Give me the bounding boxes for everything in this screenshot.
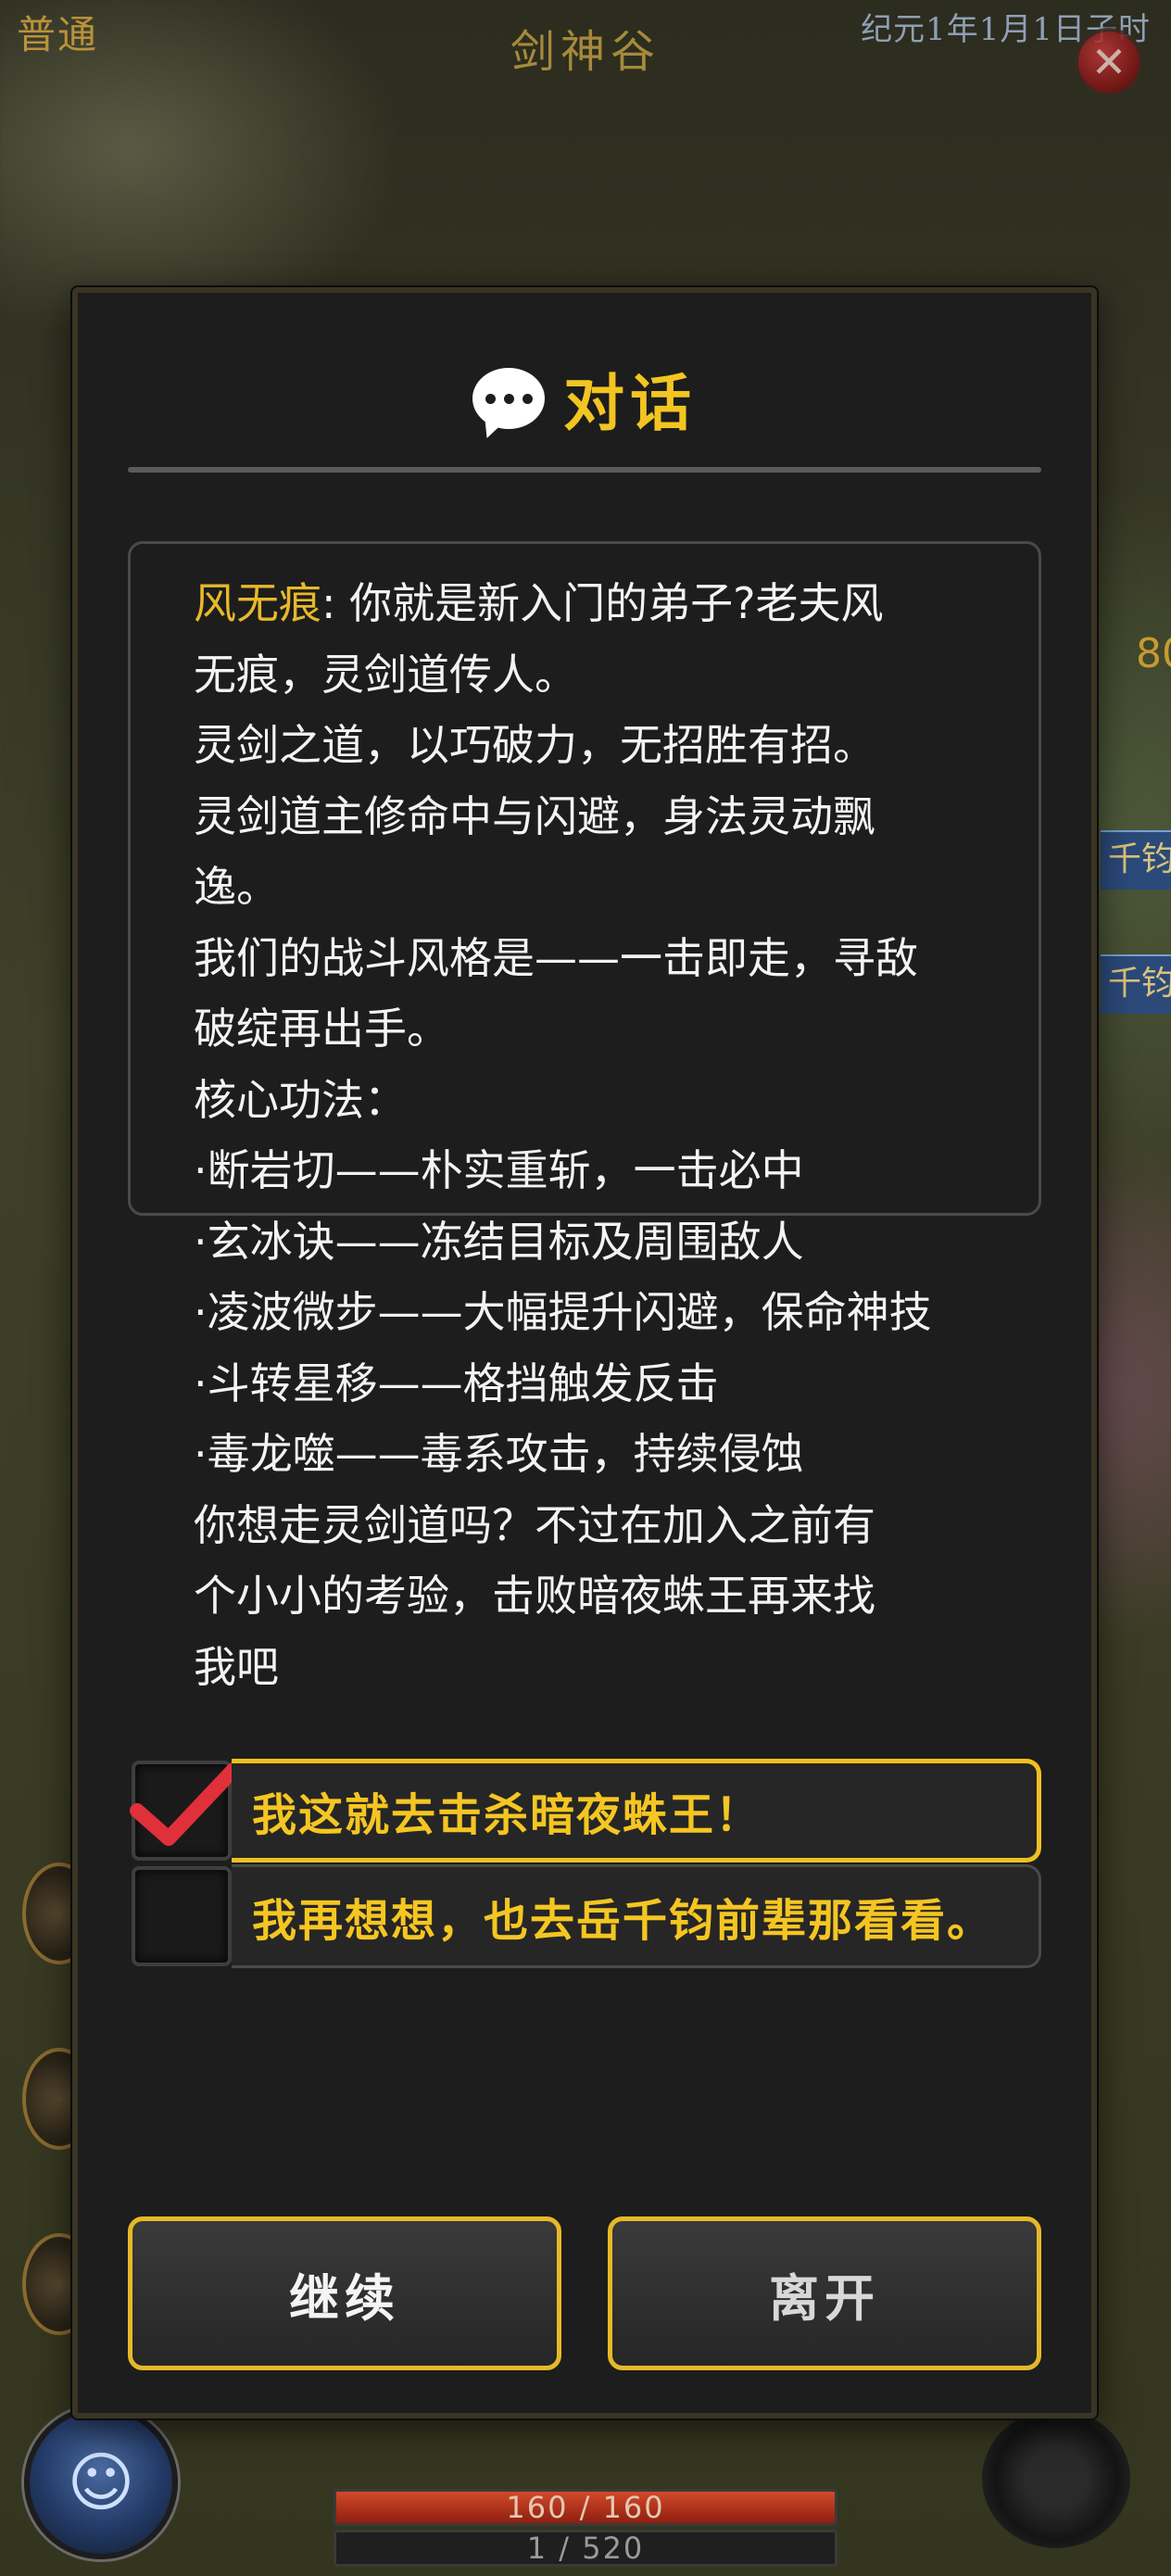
side-npc-tag[interactable]: 千钧 — [1101, 830, 1171, 890]
choice-checkbox[interactable] — [130, 1761, 241, 1861]
message-line: 风无痕: 你就是新入门的弟子?老夫风 — [194, 578, 884, 628]
message-line: 无痕，灵剑道传人。 — [194, 649, 577, 700]
title-divider — [128, 467, 1041, 473]
player-avatar[interactable]: ☺ — [24, 2406, 178, 2559]
message-line: 灵剑之道，以巧破力，无招胜有招。 — [194, 720, 875, 770]
speaker-name: 风无痕 — [194, 578, 321, 628]
choice-checkbox[interactable] — [132, 1866, 232, 1966]
message-line: 你想走灵剑道吗？不过在加入之前有 — [194, 1499, 875, 1550]
choice-label[interactable]: 我再想想，也去岳千钧前辈那看看。 — [232, 1864, 1041, 1968]
close-icon[interactable]: ✕ — [1075, 28, 1143, 96]
message-line: 逸。 — [194, 862, 279, 912]
dialog-header: 对话 — [78, 354, 1091, 443]
message-line: ·斗转星移——格挡触发反击 — [194, 1357, 719, 1408]
choice-option-2[interactable]: 我再想想，也去岳千钧前辈那看看。 — [132, 1864, 1041, 1968]
dialog-message: 风无痕: 你就是新入门的弟子?老夫风 无痕，灵剑道传人。 灵剑之道，以巧破力，无… — [128, 541, 1041, 1692]
choice-option-1[interactable]: 我这就去击杀暗夜蛛王！ — [130, 1759, 1041, 1863]
dialog-window: 对话 风无痕: 你就是新入门的弟子?老夫风 无痕，灵剑道传人。 灵剑之道，以巧破… — [72, 287, 1097, 2418]
side-npc-tag[interactable]: 千钧 — [1101, 954, 1171, 1014]
leave-button[interactable]: 离开 — [608, 2216, 1041, 2370]
message-line: 我们的战斗风格是——一击即走，寻敌 — [194, 932, 918, 983]
dialog-title: 对话 — [563, 368, 697, 439]
message-line: ·毒龙噬——毒系攻击，持续侵蚀 — [194, 1429, 804, 1479]
message-line: 我吧 — [194, 1641, 279, 1692]
menu-ring-icon[interactable] — [982, 2409, 1130, 2548]
message-line: 灵剑道主修命中与闪避，身法灵动飘 — [194, 790, 875, 841]
message-line: 破绽再出手。 — [194, 1004, 449, 1054]
message-line: ·凌波微步——大幅提升闪避，保命神技 — [194, 1287, 932, 1337]
chat-bubble-icon — [472, 368, 545, 429]
message-line: ·玄冰诀——冻结目标及周围敌人 — [194, 1216, 804, 1267]
checkmark-icon — [130, 1762, 241, 1846]
side-stat-number: 80 — [1136, 630, 1171, 677]
exp-bar: 1 / 520 — [334, 2530, 837, 2567]
hp-bar: 160 / 160 — [334, 2489, 837, 2526]
continue-button[interactable]: 继续 — [128, 2216, 561, 2370]
message-line: 核心功法： — [194, 1074, 407, 1125]
message-line: 个小小的考验，击败暗夜蛛王再来找 — [194, 1571, 875, 1621]
choice-label[interactable]: 我这就去击杀暗夜蛛王！ — [232, 1759, 1041, 1863]
message-line: ·断岩切——朴实重斩，一击必中 — [194, 1145, 804, 1195]
